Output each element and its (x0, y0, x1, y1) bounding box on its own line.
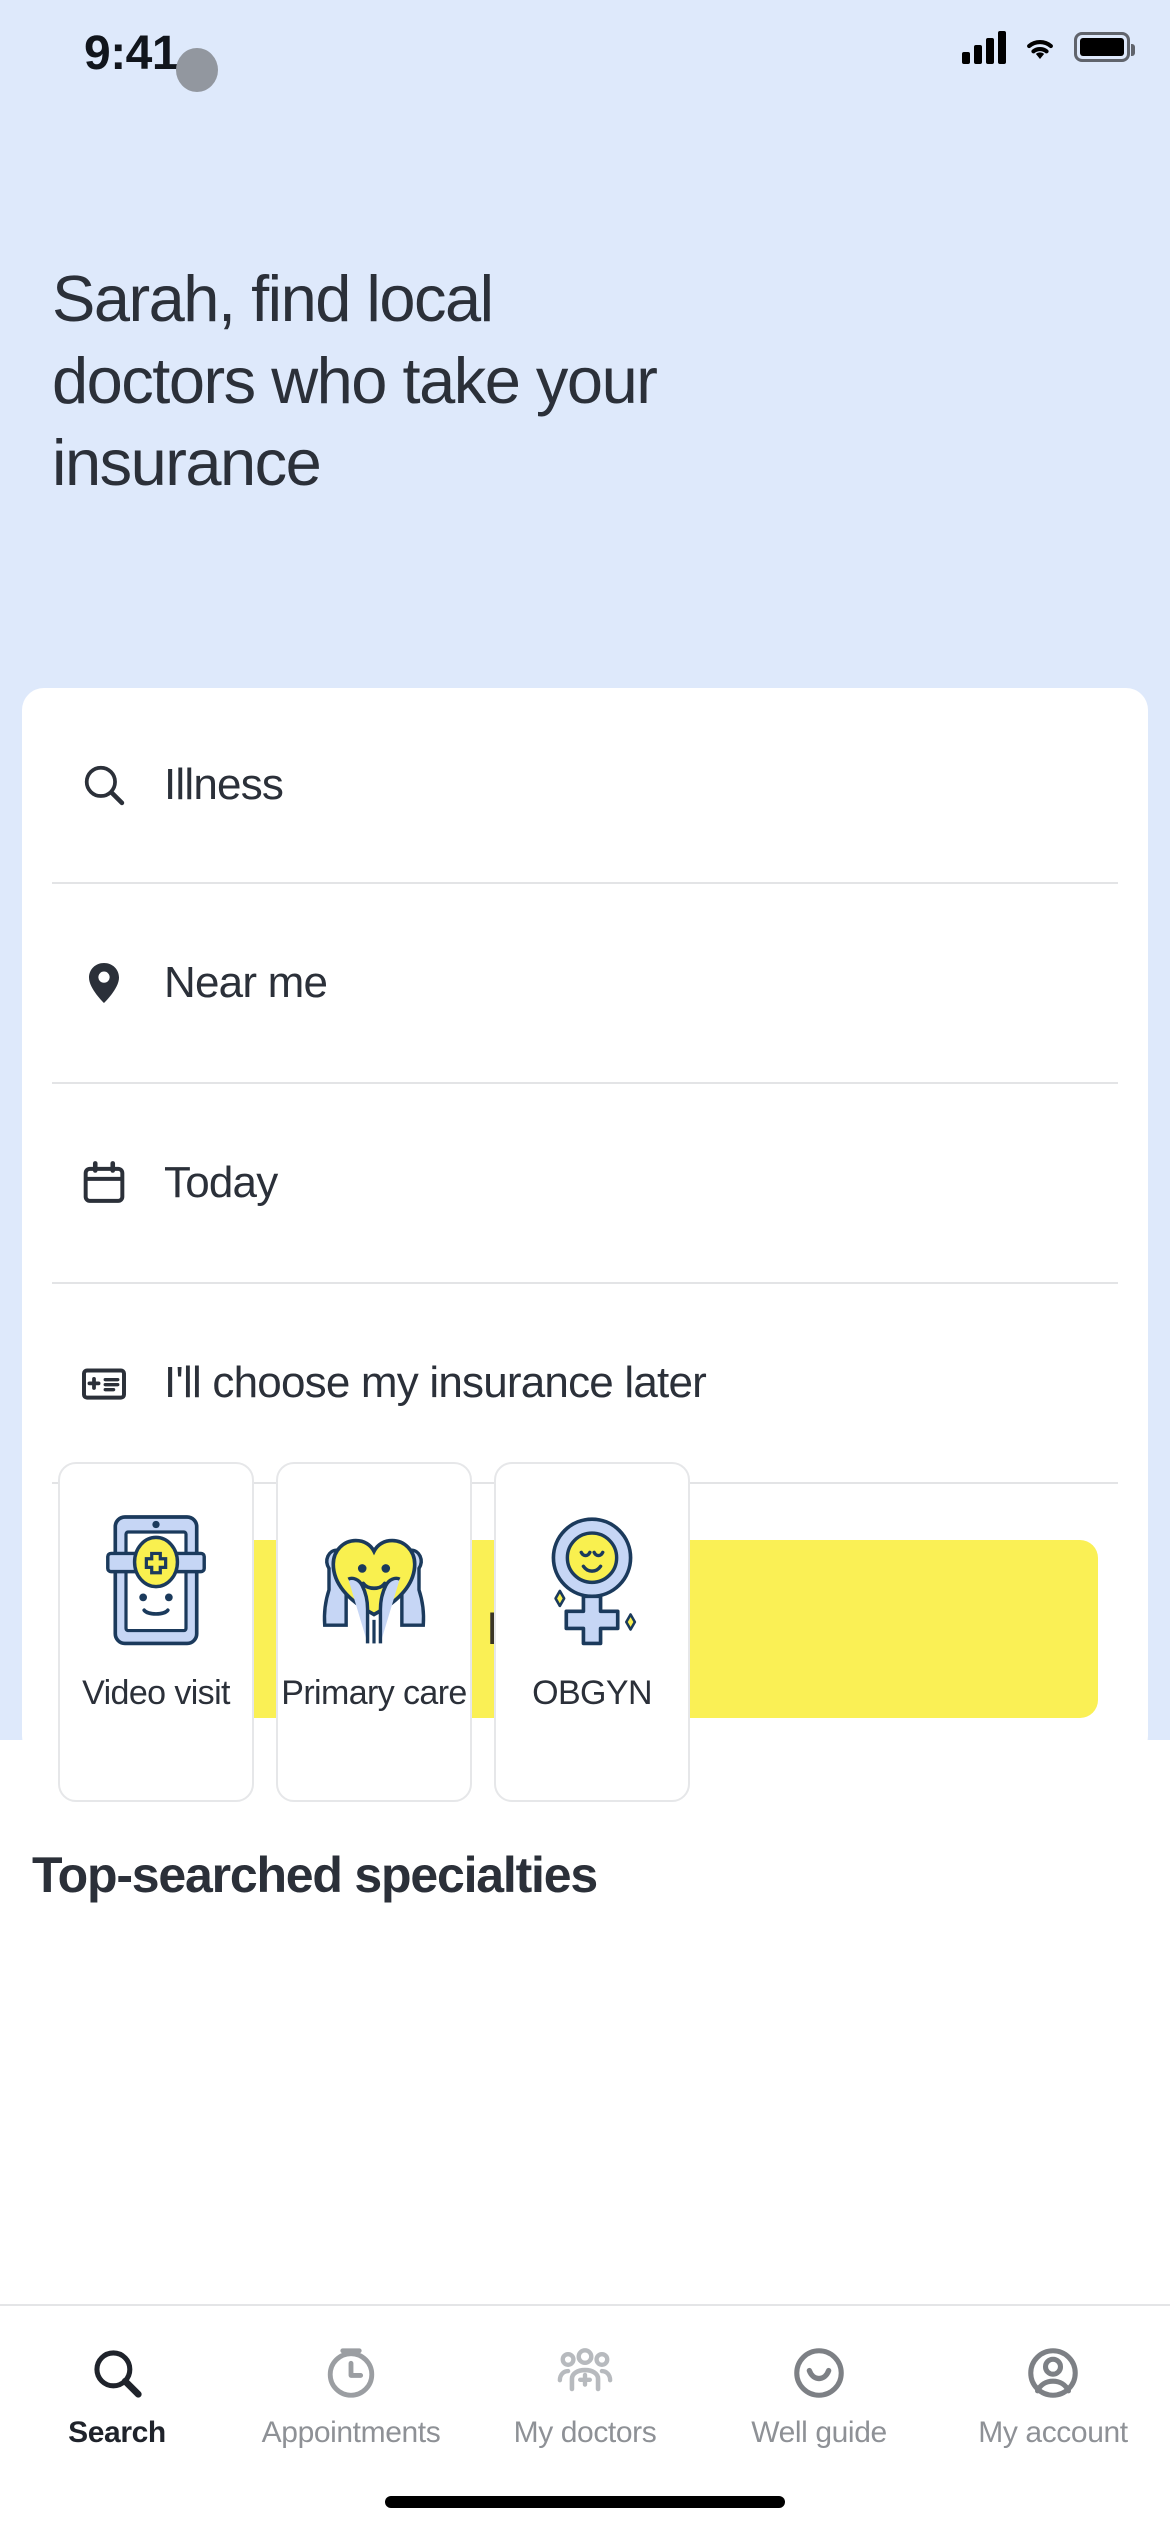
doctors-icon (554, 2342, 616, 2404)
smiley-icon (788, 2342, 850, 2404)
page-title: Sarah, find local doctors who take your … (52, 262, 658, 499)
search-row-insurance[interactable]: I'll choose my insurance later (52, 1284, 1118, 1484)
specialty-card-label: Primary care (281, 1674, 467, 1712)
video-visit-illustration (106, 1515, 206, 1646)
tab-my-doctors[interactable]: My doctors (468, 2342, 702, 2450)
tab-well-guide[interactable]: Well guide (702, 2342, 936, 2450)
location-pin-icon (76, 955, 132, 1011)
search-icon (86, 2342, 148, 2404)
tab-label: Well guide (751, 2416, 887, 2449)
specialty-card-label: Video visit (82, 1674, 230, 1712)
cellular-bars-icon (962, 30, 1006, 64)
primary-care-illustration (322, 1538, 426, 1644)
status-bar-indicators (962, 30, 1135, 64)
search-row-label: Illness (164, 760, 284, 809)
app-screen: 9:41 Sarah, find local doctors who take … (0, 0, 1170, 2532)
specialty-card-obgyn[interactable]: OBGYN (494, 1462, 690, 1802)
clock-icon (320, 2342, 382, 2404)
tab-label: My account (978, 2416, 1128, 2449)
specialty-card-label: OBGYN (532, 1674, 652, 1712)
specialty-card-video-visit[interactable]: Video visit (58, 1462, 254, 1802)
specialty-card-primary-care[interactable]: Primary care (276, 1462, 472, 1802)
tab-search[interactable]: Search (0, 2342, 234, 2450)
calendar-icon (76, 1155, 132, 1211)
search-row-illness[interactable]: Illness (52, 688, 1118, 884)
insurance-card-icon (76, 1355, 132, 1411)
tab-label: My doctors (513, 2416, 657, 2449)
tab-label: Search (68, 2416, 166, 2449)
search-row-date[interactable]: Today (52, 1084, 1118, 1284)
obgyn-illustration (551, 1517, 637, 1646)
camera-dot-icon (176, 48, 218, 92)
tab-appointments[interactable]: Appointments (234, 2342, 468, 2450)
tab-my-account[interactable]: My account (936, 2342, 1170, 2450)
status-bar-time: 9:41 (84, 27, 179, 80)
home-indicator (385, 2496, 785, 2508)
search-row-label: Today (164, 1158, 278, 1207)
search-icon (76, 757, 132, 813)
search-row-label: I'll choose my insurance later (164, 1358, 707, 1407)
status-bar: 9:41 (0, 0, 1170, 120)
tab-label: Appointments (261, 2416, 441, 2449)
specialties-title: Top-searched specialties (32, 1847, 598, 1903)
search-row-location[interactable]: Near me (52, 884, 1118, 1084)
search-row-label: Near me (164, 958, 328, 1007)
specialties-card-list: Video visit Primary care OBGYN (58, 1462, 690, 1802)
account-icon (1022, 2342, 1084, 2404)
battery-full-icon (1074, 32, 1135, 62)
wifi-icon (1027, 40, 1053, 59)
